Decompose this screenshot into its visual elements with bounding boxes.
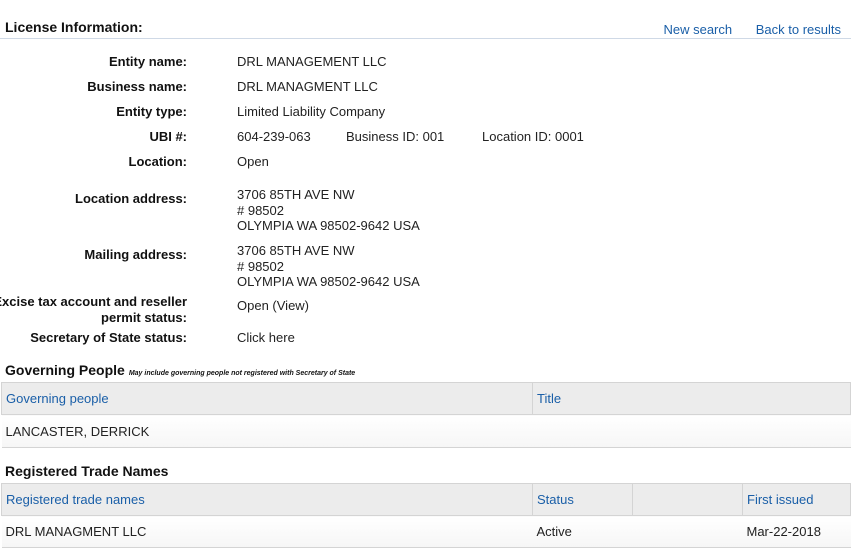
table-row: LANCASTER, DERRICK <box>1 414 851 448</box>
location-id-value: Location ID: 0001 <box>482 129 584 144</box>
ubi-value: 604-239-063 <box>237 129 311 144</box>
excise-status-label-line1: Excise tax account and reseller <box>0 294 187 309</box>
trade-name-value: DRL MANAGMENT LLC <box>1 515 533 548</box>
trade-names-table: Registered trade names Status First issu… <box>1 483 851 548</box>
location-address-line2: # 98502 <box>237 203 284 218</box>
trade-names-heading: Registered Trade Names <box>5 463 168 479</box>
location-address-label: Location address: <box>75 191 187 206</box>
col-blank <box>632 483 743 516</box>
mailing-address-line3: OLYMPIA WA 98502-9642 USA <box>237 274 420 289</box>
location-value: Open <box>237 154 269 169</box>
col-first-issued[interactable]: First issued <box>742 483 851 516</box>
trade-name-first-issued: Mar-22-2018 <box>742 515 851 548</box>
business-name-value: DRL MANAGMENT LLC <box>237 79 378 94</box>
governing-people-table: Governing people Title LANCASTER, DERRIC… <box>1 382 851 448</box>
governing-people-heading: Governing People May include governing pe… <box>5 362 355 378</box>
license-info-title: License Information: <box>5 19 143 35</box>
ubi-label: UBI #: <box>149 129 187 144</box>
location-label: Location: <box>128 154 188 169</box>
entity-type-link[interactable]: Limited Liability Company <box>237 104 385 120</box>
license-info-header: License Information: New search Back to … <box>0 14 851 39</box>
location-address-line1: 3706 85TH AVE NW <box>237 187 355 202</box>
governing-people-note: May include governing people not registe… <box>128 370 356 377</box>
business-id-value: Business ID: 001 <box>346 129 445 144</box>
mailing-address-label: Mailing address: <box>84 247 187 262</box>
col-governing-people[interactable]: Governing people <box>1 382 533 415</box>
governing-people-header-row: Governing people Title <box>1 382 851 415</box>
mailing-address-line2: # 98502 <box>237 259 284 274</box>
entity-name-label: Entity name: <box>108 54 187 69</box>
business-name-label: Business name: <box>87 79 187 94</box>
trade-name-status: Active <box>532 515 633 548</box>
excise-status-link[interactable]: Open (View) <box>237 298 309 314</box>
entity-type-label: Entity type: <box>116 104 187 119</box>
excise-status-label-line2: permit status: <box>101 310 187 325</box>
back-to-results-link[interactable]: Back to results <box>756 22 841 37</box>
header-links: New search Back to results <box>643 22 841 37</box>
sos-status-link[interactable]: Click here <box>237 330 295 346</box>
trade-name-blank <box>632 515 743 548</box>
sos-status-label: Secretary of State status: <box>30 330 187 345</box>
new-search-link[interactable]: New search <box>663 22 732 37</box>
col-trade-names[interactable]: Registered trade names <box>1 483 533 516</box>
governing-people-title: Governing People <box>5 362 125 378</box>
mailing-address-line1: 3706 85TH AVE NW <box>237 243 355 258</box>
governing-person-name: LANCASTER, DERRICK <box>1 414 533 448</box>
governing-person-title <box>532 414 851 448</box>
table-row: DRL MANAGMENT LLC Active Mar-22-2018 <box>1 515 851 548</box>
trade-names-header-row: Registered trade names Status First issu… <box>1 483 851 516</box>
trade-names-title: Registered Trade Names <box>5 463 169 479</box>
location-address-line3: OLYMPIA WA 98502-9642 USA <box>237 218 420 233</box>
col-status[interactable]: Status <box>532 483 633 516</box>
entity-name-value: DRL MANAGEMENT LLC <box>237 54 387 69</box>
col-title[interactable]: Title <box>532 382 851 415</box>
